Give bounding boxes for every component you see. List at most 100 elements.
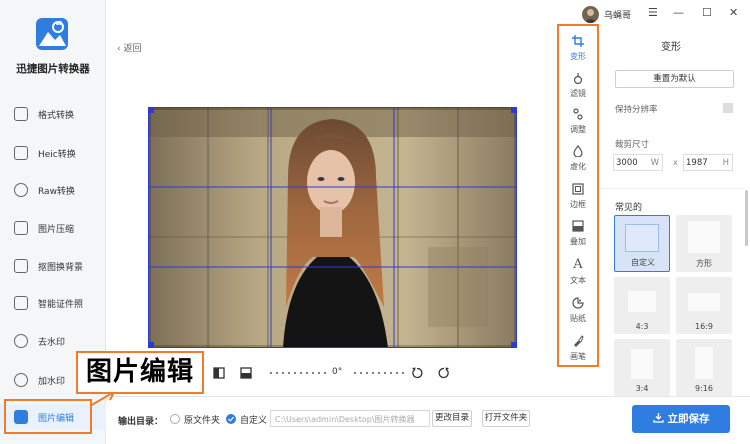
custom-folder-label[interactable]: 自定义 <box>240 413 267 426</box>
tool-label: 虚化 <box>570 162 586 171</box>
panel-title: 变形 <box>661 42 681 53</box>
sidebar-item-label: 加水印 <box>38 377 66 387</box>
tool-label: 调整 <box>570 125 586 134</box>
raw-icon <box>14 183 28 197</box>
tool-label: 文本 <box>570 276 586 285</box>
blur-icon <box>573 145 583 157</box>
sidebar-item-id-photo[interactable]: 智能证件照 <box>0 290 106 316</box>
app-name: 迅捷图片转换器 <box>16 63 90 75</box>
sidebar-item-label: Raw转换 <box>38 187 75 197</box>
rotation-slider-right[interactable] <box>352 372 406 374</box>
custom-folder-radio[interactable] <box>226 414 236 424</box>
ratio-shape <box>631 349 653 379</box>
format-convert-icon <box>14 107 28 121</box>
adjust-icon <box>573 108 583 120</box>
chevron-left-icon: ‹ <box>117 44 121 54</box>
sticker-icon <box>572 297 584 309</box>
save-now-label: 立即保存 <box>667 413 710 425</box>
cutout-icon <box>14 259 28 273</box>
menu-icon[interactable]: ☰ <box>648 7 658 19</box>
output-dir-label: 输出目录： <box>118 417 164 427</box>
ratio-shape <box>628 291 656 312</box>
save-now-button[interactable]: 立即保存 <box>632 405 730 433</box>
tool-label: 画笔 <box>570 352 586 361</box>
ratio-label: 16:9 <box>695 322 713 331</box>
rotate-right-icon[interactable] <box>438 367 450 379</box>
ratio-square[interactable]: 方形 <box>676 215 732 272</box>
tool-label: 贴纸 <box>570 314 586 323</box>
heic-icon <box>14 146 28 160</box>
maximize-icon[interactable]: ☐ <box>702 7 712 19</box>
original-folder-label[interactable]: 原文件夹 <box>184 413 220 426</box>
reset-default-button[interactable]: 重置为默认 <box>615 70 734 88</box>
crop-width-value: 3000 <box>616 158 638 168</box>
dimension-times: x <box>673 158 678 167</box>
sidebar-item-label: 格式转换 <box>38 111 75 121</box>
crop-height-unit: H <box>722 158 729 168</box>
remove-watermark-icon <box>14 334 28 348</box>
ratio-16-9[interactable]: 16:9 <box>676 277 732 334</box>
rotation-slider-left[interactable] <box>268 372 326 374</box>
rotation-value: 0° <box>332 367 343 377</box>
output-bar: 输出目录： 原文件夹 自定义 C:\Users\admin\Desktop\图片… <box>106 396 750 444</box>
output-path-input[interactable]: C:\Users\admin\Desktop\图片转换器 <box>270 410 430 427</box>
rotate-left-icon[interactable] <box>411 367 423 379</box>
ratio-label: 3:4 <box>635 384 649 393</box>
tool-text[interactable]: A 文本 <box>559 254 597 290</box>
ratio-3-4[interactable]: 3:4 <box>614 339 670 396</box>
tool-overlay[interactable]: 叠加 <box>559 215 597 251</box>
original-folder-radio[interactable] <box>170 414 180 424</box>
back-button[interactable]: ‹ 返回 <box>117 41 142 54</box>
tool-label: 叠加 <box>570 237 586 246</box>
sidebar-item-raw-convert[interactable]: Raw转换 <box>0 177 106 203</box>
ratio-label: 4:3 <box>635 322 649 331</box>
avatar[interactable] <box>582 6 599 23</box>
tool-border[interactable]: 边框 <box>559 178 597 214</box>
image-compress-icon <box>14 221 28 235</box>
minimize-icon[interactable]: — <box>673 7 684 19</box>
flip-vertical-icon[interactable] <box>240 367 252 379</box>
tool-brush[interactable]: 画笔 <box>559 330 597 366</box>
username[interactable]: 乌蝇哥 <box>604 8 631 21</box>
crop-height-input[interactable]: 1987 H <box>683 154 733 171</box>
crop-grid[interactable] <box>148 107 517 348</box>
flip-horizontal-icon[interactable] <box>213 367 225 379</box>
sidebar-item-label: 图片压缩 <box>38 225 75 235</box>
ratio-shape <box>688 221 720 253</box>
panel-scrollbar[interactable] <box>745 190 748 246</box>
common-ratios-label: 常见的 <box>615 203 643 213</box>
close-icon[interactable]: ✕ <box>729 7 738 19</box>
sidebar-item-label: 去水印 <box>38 338 66 348</box>
keep-resolution-checkbox[interactable] <box>723 103 733 113</box>
ratio-label: 自定义 <box>631 258 655 267</box>
open-folder-button[interactable]: 打开文件夹 <box>482 410 530 427</box>
ratio-custom[interactable]: 自定义 <box>614 215 670 272</box>
divider <box>601 188 745 189</box>
ratio-9-16[interactable]: 9:16 <box>676 339 732 396</box>
ratio-shape <box>625 224 659 252</box>
sidebar-item-cutout[interactable]: 抠图换背景 <box>0 253 106 279</box>
tool-label: 变形 <box>570 52 586 61</box>
sidebar-item-format-convert[interactable]: 格式转换 <box>0 101 106 127</box>
change-dir-button[interactable]: 更改目录 <box>432 410 472 427</box>
transform-panel: 变形 重置为默认 保持分辨率 裁剪尺寸 3000 W x 1987 H 常见的 … <box>601 28 750 396</box>
sidebar-item-heic-convert[interactable]: Heic转换 <box>0 140 106 166</box>
ratio-4-3[interactable]: 4:3 <box>614 277 670 334</box>
ratio-shape <box>695 347 713 379</box>
crop-width-input[interactable]: 3000 W <box>613 154 663 171</box>
border-icon <box>572 183 584 195</box>
id-photo-icon <box>14 296 28 310</box>
tool-sticker[interactable]: 贴纸 <box>559 292 597 328</box>
app-logo <box>36 18 68 50</box>
tool-adjust[interactable]: 调整 <box>559 103 597 139</box>
filter-icon <box>573 73 583 84</box>
tool-filter[interactable]: 滤镜 <box>559 67 597 103</box>
sidebar-item-image-compress[interactable]: 图片压缩 <box>0 215 106 241</box>
crop-icon <box>572 35 584 47</box>
download-icon <box>652 413 664 423</box>
tool-blur[interactable]: 虚化 <box>559 140 597 176</box>
keep-resolution-label: 保持分辨率 <box>615 105 658 115</box>
tool-crop[interactable]: 变形 <box>559 30 597 66</box>
crop-height-value: 1987 <box>686 158 708 168</box>
ratio-shape <box>688 293 720 311</box>
